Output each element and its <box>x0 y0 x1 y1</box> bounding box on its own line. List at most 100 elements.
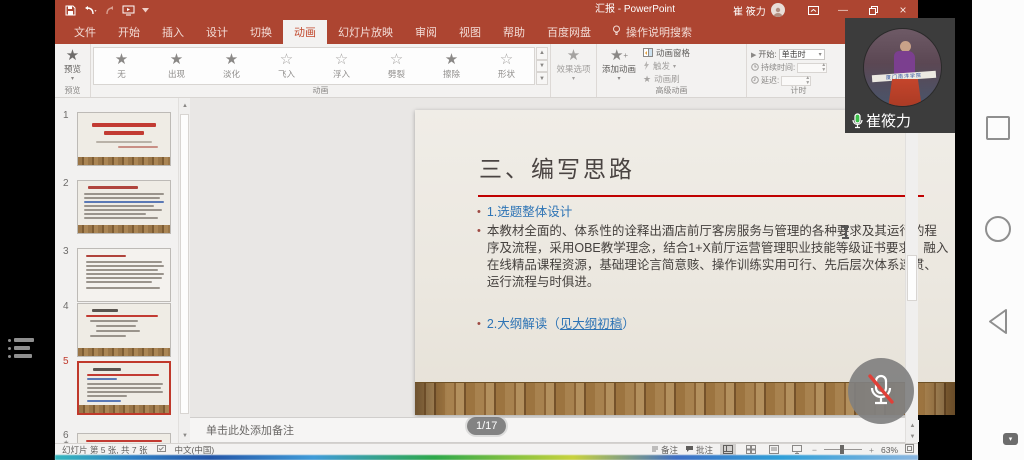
delay-spinner[interactable]: ▲▼ <box>781 76 811 86</box>
home-icon[interactable] <box>985 216 1011 242</box>
slide-thumbnail-2[interactable] <box>77 180 171 234</box>
undo-icon[interactable] <box>83 5 97 16</box>
fit-to-window-icon[interactable] <box>905 444 914 455</box>
avatar[interactable] <box>771 3 785 17</box>
tell-me-search[interactable]: 操作说明搜索 <box>602 20 702 44</box>
start-slideshow-icon[interactable] <box>122 5 135 16</box>
slide-bullet-2[interactable]: • 本教材全面的、体系性的诠释出酒店前厅客房服务与管理的各种要求及其运行的程序及… <box>477 223 949 291</box>
hide-navbar-icon[interactable]: ▾ <box>1003 433 1018 445</box>
star-outline-icon: ☆ <box>280 52 293 67</box>
tab-slideshow[interactable]: 幻灯片放映 <box>327 20 404 44</box>
window-title: 汇报 - PowerPoint <box>595 0 675 20</box>
notes-panel[interactable]: 单击此处添加备注 <box>190 417 905 443</box>
back-icon[interactable] <box>986 308 1010 340</box>
group-timing: ▶ 开始: 单击时▾ 持续时间: ▲▼ 延迟: ▲▼ 计时 <box>747 44 851 97</box>
slide-bullet-3[interactable]: • 2.大纲解读（见大纲初稿） <box>477 316 635 333</box>
spellcheck-icon[interactable] <box>157 444 166 455</box>
language-indicator[interactable]: 中文(中国) <box>175 444 215 456</box>
animation-fly-in[interactable]: ☆飞入 <box>259 48 314 84</box>
notes-toggle[interactable]: 备注 <box>651 444 678 456</box>
tab-insert[interactable]: 插入 <box>151 20 195 44</box>
zoom-out-button[interactable]: − <box>812 445 817 455</box>
animation-split[interactable]: ☆劈裂 <box>369 48 424 84</box>
comments-toggle[interactable]: 批注 <box>685 444 713 456</box>
slide-title[interactable]: 三、编写思路 <box>479 150 635 184</box>
tab-help[interactable]: 帮助 <box>492 20 536 44</box>
tab-design[interactable]: 设计 <box>195 20 239 44</box>
save-icon[interactable] <box>65 5 76 16</box>
zoom-level[interactable]: 63% <box>881 445 898 455</box>
thumbnail-number: 4 <box>63 301 69 312</box>
account-area[interactable]: 崔 筱力 <box>733 0 785 20</box>
tab-baidu-netdisk[interactable]: 百度网盘 <box>536 20 602 44</box>
slide-thumbnail-4[interactable] <box>77 303 171 357</box>
start-combobox[interactable]: 单击时▾ <box>779 49 825 60</box>
animation-wipe[interactable]: ★擦除 <box>424 48 479 84</box>
presenter-name-row: 崔筱力 <box>851 110 911 131</box>
microphone-mute-button[interactable] <box>848 358 914 424</box>
account-name: 崔 筱力 <box>733 3 766 18</box>
next-slide-icon[interactable]: ▼ <box>906 431 919 442</box>
group-preview: ★ 预览 ▾ 预览 <box>55 44 91 97</box>
redo-icon[interactable] <box>104 5 115 16</box>
ribbon-display-options-icon[interactable] <box>798 0 828 20</box>
thumbnail-scroll-thumb[interactable] <box>180 114 189 414</box>
zoom-slider[interactable] <box>824 449 862 450</box>
gallery-more-icon[interactable]: ▼ <box>536 72 548 85</box>
webcam-overlay[interactable]: 厦门南洋学院 崔筱力 <box>845 18 955 133</box>
normal-view-button[interactable] <box>720 444 736 455</box>
quick-access-toolbar <box>55 5 149 16</box>
animation-fade[interactable]: ★淡化 <box>204 48 259 84</box>
tab-transitions[interactable]: 切换 <box>239 20 283 44</box>
powerpoint-window: 汇报 - PowerPoint 崔 筱力 — × 文件 开始 插入 设计 切换 … <box>55 0 918 460</box>
tab-view[interactable]: 视图 <box>448 20 492 44</box>
recents-icon[interactable] <box>986 116 1010 140</box>
animation-none[interactable]: ★无 <box>94 48 149 84</box>
duration-clock-icon <box>751 63 759 73</box>
slide-sorter-view-button[interactable] <box>743 444 759 455</box>
animation-float-in[interactable]: ☆浮入 <box>314 48 369 84</box>
gallery-up-icon[interactable]: ▲ <box>536 47 548 60</box>
reading-view-button[interactable] <box>766 444 782 455</box>
thumbnail-number: 2 <box>63 178 69 189</box>
star-outline-icon: ☆ <box>335 52 348 67</box>
zoom-in-button[interactable]: + <box>869 445 874 455</box>
zoom-slider-thumb[interactable] <box>840 445 844 454</box>
effect-options-button[interactable]: ★ 效果选项 ▾ <box>551 44 596 82</box>
qat-dropdown-icon[interactable] <box>142 8 149 13</box>
gallery-down-icon[interactable]: ▼ <box>536 60 548 73</box>
animation-painter-button[interactable]: ★ 动画刷 <box>643 73 690 85</box>
slide-bullet-1[interactable]: • 1.选题整体设计 <box>477 204 572 221</box>
animation-shape[interactable]: ☆形状 <box>479 48 534 84</box>
slide-thumbnail-6[interactable] <box>77 433 171 443</box>
slide-thumbnail-5-selected[interactable] <box>77 361 171 415</box>
slide-thumbnail-3[interactable] <box>77 248 171 302</box>
tab-review[interactable]: 审阅 <box>404 20 448 44</box>
tab-home[interactable]: 开始 <box>107 20 151 44</box>
outline-draft-link[interactable]: 见大纲初稿 <box>560 317 623 331</box>
restore-button[interactable] <box>858 0 888 20</box>
slide-thumbnail-1[interactable] <box>77 112 171 166</box>
muted-mic-icon <box>864 372 898 410</box>
page-indicator: 1/17 <box>467 417 506 435</box>
thumbnail-scrollbar[interactable]: ▲ ▼ <box>178 98 190 443</box>
taskbar-strip <box>55 455 918 460</box>
animation-pane-button[interactable]: 动画窗格 <box>643 47 690 59</box>
thumbnail-number: 1 <box>63 110 69 121</box>
duration-spinner[interactable]: ▲▼ <box>797 63 827 73</box>
star-icon: ★ <box>445 52 458 67</box>
minimize-button[interactable]: — <box>828 0 858 20</box>
trigger-button[interactable]: 触发▾ <box>643 60 690 72</box>
tab-file[interactable]: 文件 <box>63 20 107 44</box>
close-button[interactable]: × <box>888 0 918 20</box>
tab-animations[interactable]: 动画 <box>283 20 327 44</box>
main-scroll-thumb[interactable] <box>907 255 917 301</box>
animation-appear[interactable]: ★出现 <box>149 48 204 84</box>
preview-button[interactable]: ★ 预览 ▾ <box>55 44 90 82</box>
bulleted-list-icon[interactable] <box>8 338 38 362</box>
star-outline-icon: ☆ <box>390 52 403 67</box>
painter-star-icon: ★ <box>643 75 651 84</box>
previous-slide-icon[interactable]: ▲ <box>906 420 919 431</box>
slideshow-view-button[interactable] <box>789 444 805 455</box>
group-advanced-animation: ★+ 添加动画 ▾ 动画窗格 触发▾ ★ 动画刷 高级动画 <box>597 44 747 97</box>
